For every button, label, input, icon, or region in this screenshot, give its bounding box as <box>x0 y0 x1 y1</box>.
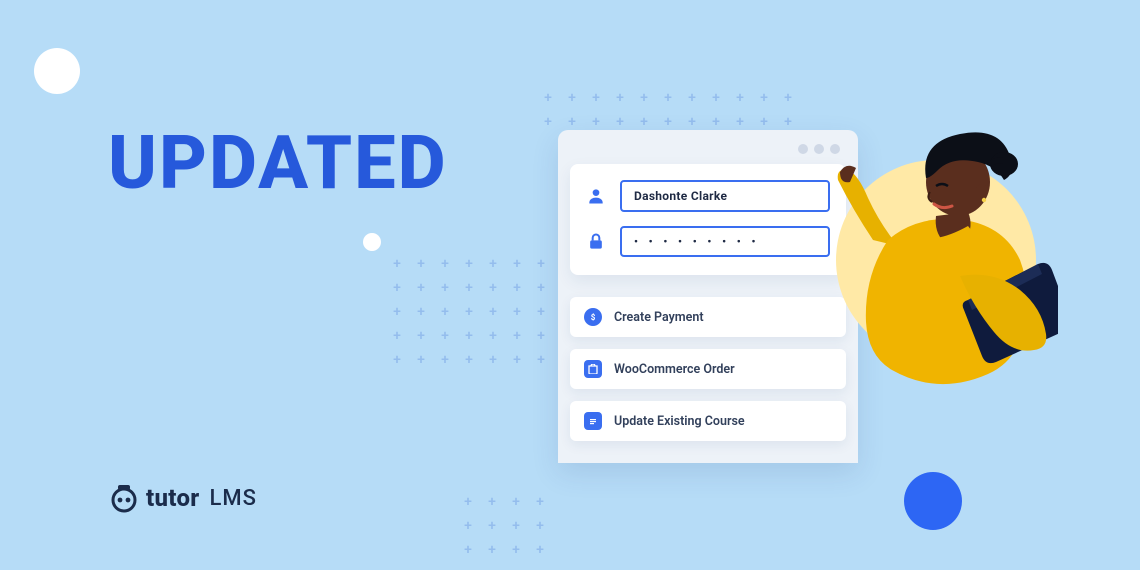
bag-icon <box>584 360 602 378</box>
decor-circle-white-large <box>34 48 80 94</box>
decor-plus-grid-top: ++++++++++++++++++++++ <box>536 86 800 134</box>
app-window: Dashonte Clarke • • • • • • • • • $ Crea… <box>558 130 858 463</box>
decor-circle-white-small <box>363 233 381 251</box>
action-create-payment[interactable]: $ Create Payment <box>570 297 846 337</box>
user-icon <box>586 186 606 206</box>
password-input[interactable]: • • • • • • • • • <box>620 226 830 257</box>
window-dot-icon <box>798 144 808 154</box>
action-woocommerce-order[interactable]: WooCommerce Order <box>570 349 846 389</box>
password-field: • • • • • • • • • <box>586 226 830 257</box>
headline: UPDATED <box>108 120 448 207</box>
person-svg <box>818 120 1058 400</box>
login-card: Dashonte Clarke • • • • • • • • • <box>570 164 846 275</box>
tutor-logo-icon <box>108 482 140 514</box>
decor-plus-grid-bottom: ++++++++++++ <box>456 490 552 562</box>
tutor-logo-suffix: LMS <box>210 486 257 511</box>
tutor-logo-name: tutor <box>146 484 200 512</box>
action-label: WooCommerce Order <box>614 362 735 377</box>
action-update-course[interactable]: Update Existing Course <box>570 401 846 441</box>
username-field: Dashonte Clarke <box>586 180 830 212</box>
actions-list: $ Create Payment WooCommerce Order Updat… <box>570 297 846 441</box>
decor-circle-blue <box>904 472 962 530</box>
action-label: Create Payment <box>614 310 704 325</box>
dollar-icon: $ <box>584 308 602 326</box>
window-controls <box>570 144 846 164</box>
decor-plus-grid-left: +++++++++++++++++++++++++++++++++++ <box>385 252 553 372</box>
illustration-person <box>818 120 1058 400</box>
username-input[interactable]: Dashonte Clarke <box>620 180 830 212</box>
svg-text:$: $ <box>591 313 596 322</box>
action-label: Update Existing Course <box>614 414 745 429</box>
tutor-lms-logo: tutor LMS <box>108 482 257 514</box>
doc-icon <box>584 412 602 430</box>
lock-icon <box>586 232 606 252</box>
